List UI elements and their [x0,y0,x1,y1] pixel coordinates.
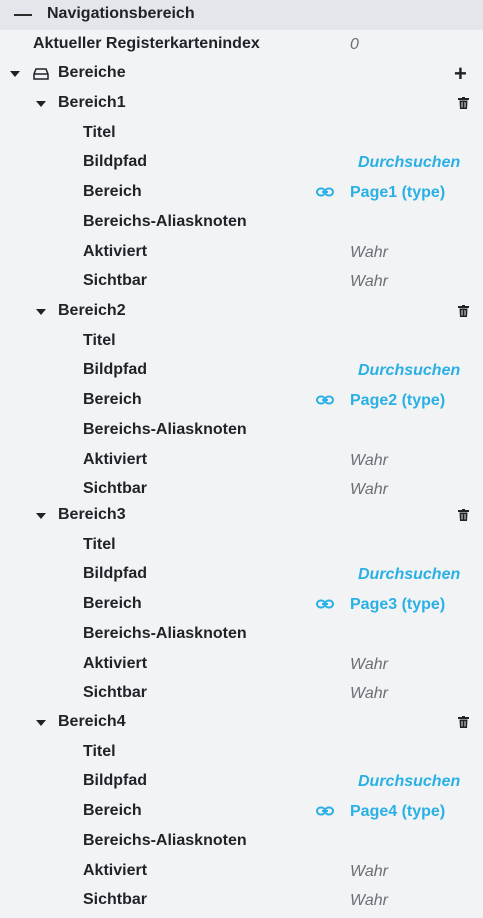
property-row-title: Titel [0,328,483,356]
caret-down-icon[interactable] [36,720,46,726]
property-label-image-path: Bildpfad [83,772,147,789]
property-row-enabled: Aktiviert Wahr [0,651,483,679]
link-icon [316,599,334,609]
drive-icon [33,68,49,80]
property-row-title: Titel [0,532,483,560]
caret-down-icon[interactable] [36,309,46,315]
property-label-enabled: Aktiviert [83,451,148,468]
browse-link[interactable]: Durchsuchen [358,362,460,380]
property-label-area: Bereich [83,183,142,200]
enabled-value[interactable]: Wahr [350,863,388,881]
section-header[interactable]: Bereich2 [0,298,483,326]
area-reference[interactable]: Page1 (type) [350,184,445,202]
property-label-area: Bereich [83,595,142,612]
trash-icon[interactable] [458,305,469,317]
property-row-visible: Sichtbar Wahr [0,268,483,296]
section-name: Bereich1 [58,94,126,111]
property-label-visible: Sichtbar [83,891,148,908]
current-index-label: Aktueller Registerkartenindex [33,35,260,52]
property-label-enabled: Aktiviert [83,243,148,260]
property-row-title: Titel [0,120,483,148]
visible-value[interactable]: Wahr [350,685,388,703]
property-row-title: Titel [0,739,483,767]
enabled-value[interactable]: Wahr [350,452,388,470]
panel-title: Navigationsbereich [47,5,195,22]
property-row-image-path: Bildpfad Durchsuchen [0,149,483,177]
property-row-enabled: Aktiviert Wahr [0,858,483,886]
property-row-visible: Sichtbar Wahr [0,476,483,504]
property-row-image-path: Bildpfad Durchsuchen [0,561,483,589]
property-label-alias-node: Bereichs-Aliasknoten [83,832,247,849]
property-row-alias-node: Bereichs-Aliasknoten [0,621,483,649]
current-index-row: Aktueller Registerkartenindex 0 [0,31,483,59]
visible-value[interactable]: Wahr [350,892,388,910]
property-row-image-path: Bildpfad Durchsuchen [0,357,483,385]
property-label-title: Titel [83,124,116,141]
property-label-area: Bereich [83,802,142,819]
property-row-alias-node: Bereichs-Aliasknoten [0,209,483,237]
property-label-visible: Sichtbar [83,684,148,701]
property-label-title: Titel [83,332,116,349]
link-icon [316,806,334,816]
property-label-image-path: Bildpfad [83,565,147,582]
property-row-alias-node: Bereichs-Aliasknoten [0,828,483,856]
visible-value[interactable]: Wahr [350,481,388,499]
property-label-area: Bereich [83,391,142,408]
property-row-visible: Sichtbar Wahr [0,887,483,915]
browse-link[interactable]: Durchsuchen [358,154,460,172]
caret-down-icon[interactable] [10,71,20,77]
property-row-area: Bereich Page2 (type) [0,387,483,415]
section-name: Bereich4 [58,713,126,730]
browse-link[interactable]: Durchsuchen [358,773,460,791]
property-row-area: Bereich Page4 (type) [0,798,483,826]
property-label-enabled: Aktiviert [83,862,148,879]
section-header[interactable]: Bereich1 [0,90,483,118]
property-row-area: Bereich Page1 (type) [0,179,483,207]
caret-down-icon[interactable] [36,513,46,519]
section-header[interactable]: Bereich3 [0,502,483,530]
property-row-enabled: Aktiviert Wahr [0,239,483,267]
property-row-area: Bereich Page3 (type) [0,591,483,619]
enabled-value[interactable]: Wahr [350,656,388,674]
collapse-minus-icon[interactable] [14,14,32,16]
property-row-image-path: Bildpfad Durchsuchen [0,768,483,796]
property-row-visible: Sichtbar Wahr [0,680,483,708]
section-name: Bereich3 [58,506,126,523]
area-reference[interactable]: Page2 (type) [350,392,445,410]
link-icon [316,187,334,197]
caret-down-icon[interactable] [36,101,46,107]
area-reference[interactable]: Page3 (type) [350,596,445,614]
areas-label: Bereiche [58,64,126,81]
trash-icon[interactable] [458,716,469,728]
property-label-image-path: Bildpfad [83,153,147,170]
visible-value[interactable]: Wahr [350,273,388,291]
property-row-alias-node: Bereichs-Aliasknoten [0,417,483,445]
link-icon [316,395,334,405]
section-header[interactable]: Bereich4 [0,709,483,737]
area-reference[interactable]: Page4 (type) [350,803,445,821]
panel-header[interactable]: Navigationsbereich [0,0,483,30]
trash-icon[interactable] [458,509,469,521]
property-label-title: Titel [83,536,116,553]
property-label-alias-node: Bereichs-Aliasknoten [83,213,247,230]
trash-icon[interactable] [458,97,469,109]
property-label-alias-node: Bereichs-Aliasknoten [83,421,247,438]
browse-link[interactable]: Durchsuchen [358,566,460,584]
property-label-alias-node: Bereichs-Aliasknoten [83,625,247,642]
property-row-enabled: Aktiviert Wahr [0,447,483,475]
section-name: Bereich2 [58,302,126,319]
current-index-value[interactable]: 0 [350,36,359,54]
property-label-image-path: Bildpfad [83,361,147,378]
property-label-enabled: Aktiviert [83,655,148,672]
property-label-title: Titel [83,743,116,760]
enabled-value[interactable]: Wahr [350,244,388,262]
property-label-visible: Sichtbar [83,272,148,289]
plus-icon[interactable]: + [454,63,467,85]
property-label-visible: Sichtbar [83,480,148,497]
areas-group-row[interactable]: Bereiche + [0,60,483,88]
